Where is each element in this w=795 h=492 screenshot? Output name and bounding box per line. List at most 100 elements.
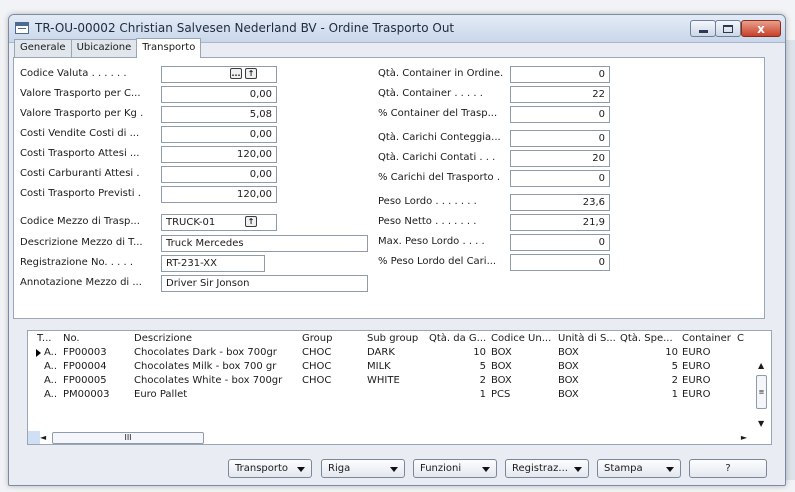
chevron-down-icon [482,467,490,472]
vehicle-annotation-input[interactable]: Driver Sir Jonson [161,275,368,292]
column-header-c[interactable]: C [737,333,744,344]
horizontal-scroll-thumb[interactable]: III [52,432,204,444]
cell-no: FP00003 [63,347,107,358]
button-label: Transporto [235,463,289,474]
field-vehicle-code: Codice Mezzo di Trasp... TRUCK-01 ↑ [20,214,350,232]
value-per-kg-input[interactable]: 5,08 [161,106,277,123]
cell-qty-shipped: 5 [671,361,678,372]
close-button[interactable]: x [741,20,781,37]
column-header-subgroup[interactable]: Sub group [367,333,418,344]
table-row[interactable]: A.. FP00004 Chocolates Milk - box 700 gr… [28,361,771,374]
tab-transporto[interactable]: Transporto [136,38,202,58]
scroll-up-icon[interactable]: ▲ [758,361,764,370]
cell-uom: BOX [491,375,512,386]
registraz-menu-button[interactable]: Registraz... [505,459,589,478]
vehicle-description-input[interactable]: Truck Mercedes [161,235,368,252]
scroll-thumb[interactable]: ≡ [756,375,767,409]
field-registration-no: Registrazione No. . . . . RT-231-XX [20,255,350,273]
container-qty-order-input[interactable]: 0 [510,66,610,83]
lookup-arrow-icon[interactable]: ↑ [245,68,257,79]
tab-ubicazione[interactable]: Ubicazione [70,39,138,57]
horizontal-scrollbar[interactable]: ◄ III ► [28,431,771,444]
button-label: Stampa [604,463,643,474]
scroll-down-icon[interactable]: ▼ [758,419,764,428]
cell-group: CHOC [302,347,332,358]
cell-qty: 1 [479,389,486,400]
cell-container: EURO [682,389,711,400]
table-row[interactable]: A.. PM00003 Euro Pallet 1 PCS BOX 1 EURO [28,389,771,402]
field-expected-transport-costs: Costi Trasporto Attesi ... 120,00 [20,146,350,164]
cell-type: A.. [44,389,58,400]
help-button[interactable]: ? [689,459,767,478]
background-edge [786,40,795,480]
gross-weight-percent-input[interactable]: 0 [510,254,610,271]
cell-type: A.. [44,347,58,358]
column-header-unit[interactable]: Unità di S... [558,333,616,344]
field-label: Peso Netto . . . . . . . [378,216,477,227]
registration-no-input[interactable]: RT-231-XX [161,255,265,272]
cell-qty-shipped: 10 [665,347,678,358]
field-value-per-kg: Valore Trasporto per Kg . 5,08 [20,106,350,124]
value-per-c-input[interactable]: 0,00 [161,86,277,103]
column-header-description[interactable]: Descrizione [134,333,192,344]
column-header-container[interactable]: Container [682,333,731,344]
net-weight-input[interactable]: 21,9 [510,214,610,231]
stampa-menu-button[interactable]: Stampa [597,459,681,478]
lookup-arrow-icon[interactable]: ↑ [245,216,257,227]
minimize-icon [698,30,708,33]
cell-no: FP00004 [63,361,107,372]
tab-generale[interactable]: Generale [14,39,72,57]
transporto-menu-button[interactable]: Transporto [228,459,312,478]
column-header-uom-code[interactable]: Codice Un... [491,333,551,344]
cell-group: CHOC [302,375,332,386]
vertical-scrollbar[interactable]: ▲ ≡ ▼ [753,361,771,433]
cell-unit: BOX [558,389,579,400]
field-label: Costi Trasporto Previsti . [20,188,141,199]
cell-subgroup: MILK [367,361,391,372]
cell-unit: BOX [558,375,579,386]
field-label: Valore Trasporto per Kg . [20,108,144,119]
tab-strip: Generale Ubicazione Transporto [14,38,202,58]
scroll-left-icon[interactable]: ◄ [40,433,46,442]
field-label: Qtà. Container in Ordine. [378,68,504,79]
scroll-right-icon[interactable]: ► [741,433,747,442]
funzioni-menu-button[interactable]: Funzioni [413,459,497,478]
column-header-qty-shipped[interactable]: Qtà. Spe... [620,333,673,344]
expected-fuel-costs-input[interactable]: 0,00 [161,166,277,183]
planned-transport-costs-input[interactable]: 120,00 [161,186,277,203]
loads-counted-qty-input[interactable]: 0 [510,130,610,147]
close-icon: x [757,21,765,36]
table-row[interactable]: A.. FP00003 Chocolates Dark - box 700gr … [28,347,771,360]
minimize-button[interactable] [690,20,716,37]
currency-code-input[interactable] [161,66,277,83]
cell-container: EURO [682,361,711,372]
field-vehicle-annotation: Annotazione Mezzo di ... Driver Sir Jons… [20,275,380,293]
gross-weight-input[interactable]: 23,6 [510,194,610,211]
field-label: % Container del Trasp... [378,108,498,119]
loads-percent-input[interactable]: 0 [510,170,610,187]
table-row[interactable]: A.. FP00005 Chocolates White - box 700gr… [28,375,771,388]
button-label: Funzioni [420,463,462,474]
cell-qty-shipped: 1 [671,389,678,400]
transport-panel: Codice Valuta . . . . . . ... ↑ Valore T… [13,57,765,319]
riga-menu-button[interactable]: Riga [321,459,405,478]
lookup-ellipsis-button[interactable]: ... [230,68,242,79]
field-label: Registrazione No. . . . . [20,257,133,268]
column-header-group[interactable]: Group [302,333,332,344]
loads-qty-input[interactable]: 20 [510,150,610,167]
field-net-weight: Peso Netto . . . . . . . 21,9 [378,214,748,232]
column-header-no[interactable]: No. [63,333,80,344]
maximize-button[interactable] [715,20,741,37]
vehicle-code-input[interactable]: TRUCK-01 [161,214,277,231]
field-label: Qtà. Carichi Conteggia... [378,132,501,143]
expected-transport-costs-input[interactable]: 120,00 [161,146,277,163]
field-container-qty-order: Qtà. Container in Ordine. 0 [378,66,748,84]
container-percent-input[interactable]: 0 [510,106,610,123]
field-vehicle-description: Descrizione Mezzo di T... Truck Mercedes [20,235,380,253]
max-gross-weight-input[interactable]: 0 [510,234,610,251]
container-qty-input[interactable]: 22 [510,86,610,103]
sales-costs-input[interactable]: 0,00 [161,126,277,143]
field-label: Peso Lordo . . . . . . . [378,196,477,207]
column-header-type[interactable]: T... [37,333,51,344]
column-header-qty[interactable]: Qtà. da G... [429,333,486,344]
